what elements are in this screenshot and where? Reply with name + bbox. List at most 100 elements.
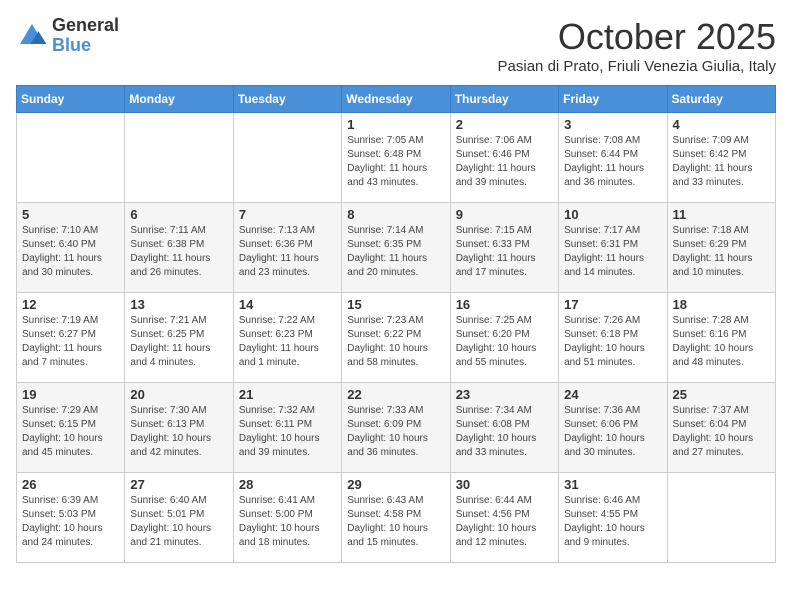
day-number: 22 (347, 387, 444, 402)
month-title: October 2025 (498, 16, 776, 58)
calendar-cell: 28 Sunrise: 6:41 AMSunset: 5:00 PMDayligh… (233, 473, 341, 563)
day-info: Sunrise: 7:05 AMSunset: 6:48 PMDaylight:… (347, 134, 444, 190)
day-info: Sunrise: 7:21 AMSunset: 6:25 PMDaylight:… (130, 314, 227, 370)
day-number: 16 (456, 297, 553, 312)
calendar-cell: 8 Sunrise: 7:14 AMSunset: 6:35 PMDaylight… (342, 203, 450, 293)
day-info: Sunrise: 6:40 AMSunset: 5:01 PMDaylight:… (130, 494, 227, 550)
day-info: Sunrise: 7:22 AMSunset: 6:23 PMDaylight:… (239, 314, 336, 370)
day-info: Sunrise: 7:10 AMSunset: 6:40 PMDaylight:… (22, 224, 119, 280)
day-info: Sunrise: 6:39 AMSunset: 5:03 PMDaylight:… (22, 494, 119, 550)
calendar-cell: 15Sunrise: 7:23 AMSunset: 6:22 PMDayligh… (342, 293, 450, 383)
weekday-header-friday: Friday (559, 86, 667, 113)
day-number: 8 (347, 207, 444, 222)
calendar-header-row: SundayMondayTuesdayWednesdayThursdayFrid… (17, 86, 776, 113)
day-number: 31 (564, 477, 661, 492)
day-number: 30 (456, 477, 553, 492)
day-info: Sunrise: 7:34 AMSunset: 6:08 PMDaylight:… (456, 404, 553, 460)
calendar-cell: 25 Sunrise: 7:37 AMSunset: 6:04 PMDayligh… (667, 383, 775, 473)
day-number: 21 (239, 387, 336, 402)
calendar-cell (125, 113, 233, 203)
weekday-header-sunday: Sunday (17, 86, 125, 113)
calendar-week-row: 5 Sunrise: 7:10 AMSunset: 6:40 PMDaylight… (17, 203, 776, 293)
calendar-week-row: 1 Sunrise: 7:05 AMSunset: 6:48 PMDaylight… (17, 113, 776, 203)
day-number: 11 (673, 207, 770, 222)
calendar-cell: 12 Sunrise: 7:19 AMSunset: 6:27 PMDayligh… (17, 293, 125, 383)
day-number: 27 (130, 477, 227, 492)
calendar-cell: 30 Sunrise: 6:44 AMSunset: 4:56 PMDayligh… (450, 473, 558, 563)
day-number: 5 (22, 207, 119, 222)
day-number: 20 (130, 387, 227, 402)
day-number: 3 (564, 117, 661, 132)
logo-blue-text: Blue (52, 36, 119, 56)
weekday-header-monday: Monday (125, 86, 233, 113)
calendar-cell: 4 Sunrise: 7:09 AMSunset: 6:42 PMDaylight… (667, 113, 775, 203)
calendar-cell: 14Sunrise: 7:22 AMSunset: 6:23 PMDayligh… (233, 293, 341, 383)
calendar-cell: 17Sunrise: 7:26 AMSunset: 6:18 PMDayligh… (559, 293, 667, 383)
logo-icon (16, 20, 48, 52)
calendar-cell (667, 473, 775, 563)
day-info: Sunrise: 6:46 AMSunset: 4:55 PMDaylight:… (564, 494, 661, 550)
calendar-table: SundayMondayTuesdayWednesdayThursdayFrid… (16, 85, 776, 563)
calendar-cell: 6Sunrise: 7:11 AMSunset: 6:38 PMDaylight… (125, 203, 233, 293)
day-number: 15 (347, 297, 444, 312)
day-info: Sunrise: 6:41 AMSunset: 5:00 PMDaylight:… (239, 494, 336, 550)
day-number: 10 (564, 207, 661, 222)
page-header: General Blue October 2025 Pasian di Prat… (16, 16, 776, 75)
day-info: Sunrise: 7:06 AMSunset: 6:46 PMDaylight:… (456, 134, 553, 190)
calendar-cell: 9 Sunrise: 7:15 AMSunset: 6:33 PMDaylight… (450, 203, 558, 293)
calendar-cell: 7 Sunrise: 7:13 AMSunset: 6:36 PMDaylight… (233, 203, 341, 293)
calendar-week-row: 12 Sunrise: 7:19 AMSunset: 6:27 PMDayligh… (17, 293, 776, 383)
calendar-cell (17, 113, 125, 203)
calendar-cell: 3Sunrise: 7:08 AMSunset: 6:44 PMDaylight… (559, 113, 667, 203)
day-number: 7 (239, 207, 336, 222)
weekday-header-thursday: Thursday (450, 86, 558, 113)
day-info: Sunrise: 7:19 AMSunset: 6:27 PMDaylight:… (22, 314, 119, 370)
title-block: October 2025 Pasian di Prato, Friuli Ven… (498, 16, 776, 75)
day-number: 12 (22, 297, 119, 312)
weekday-header-tuesday: Tuesday (233, 86, 341, 113)
logo-text: General Blue (52, 16, 119, 56)
calendar-cell: 11 Sunrise: 7:18 AMSunset: 6:29 PMDayligh… (667, 203, 775, 293)
day-number: 19 (22, 387, 119, 402)
day-number: 26 (22, 477, 119, 492)
day-number: 1 (347, 117, 444, 132)
day-info: Sunrise: 7:29 AMSunset: 6:15 PMDaylight:… (22, 404, 119, 460)
calendar-cell: 2Sunrise: 7:06 AMSunset: 6:46 PMDaylight… (450, 113, 558, 203)
day-number: 24 (564, 387, 661, 402)
weekday-header-wednesday: Wednesday (342, 86, 450, 113)
calendar-week-row: 19 Sunrise: 7:29 AMSunset: 6:15 PMDayligh… (17, 383, 776, 473)
day-number: 23 (456, 387, 553, 402)
calendar-cell: 29Sunrise: 6:43 AMSunset: 4:58 PMDayligh… (342, 473, 450, 563)
calendar-cell: 23 Sunrise: 7:34 AMSunset: 6:08 PMDayligh… (450, 383, 558, 473)
day-info: Sunrise: 7:15 AMSunset: 6:33 PMDaylight:… (456, 224, 553, 280)
day-number: 18 (673, 297, 770, 312)
weekday-header-saturday: Saturday (667, 86, 775, 113)
calendar-cell: 24 Sunrise: 7:36 AMSunset: 6:06 PMDayligh… (559, 383, 667, 473)
calendar-cell: 16 Sunrise: 7:25 AMSunset: 6:20 PMDayligh… (450, 293, 558, 383)
day-number: 29 (347, 477, 444, 492)
calendar-cell: 27 Sunrise: 6:40 AMSunset: 5:01 PMDayligh… (125, 473, 233, 563)
day-info: Sunrise: 7:25 AMSunset: 6:20 PMDaylight:… (456, 314, 553, 370)
logo: General Blue (16, 16, 119, 56)
day-info: Sunrise: 6:44 AMSunset: 4:56 PMDaylight:… (456, 494, 553, 550)
day-number: 28 (239, 477, 336, 492)
day-info: Sunrise: 7:09 AMSunset: 6:42 PMDaylight:… (673, 134, 770, 190)
day-info: Sunrise: 7:37 AMSunset: 6:04 PMDaylight:… (673, 404, 770, 460)
day-number: 13 (130, 297, 227, 312)
day-info: Sunrise: 7:33 AMSunset: 6:09 PMDaylight:… (347, 404, 444, 460)
day-info: Sunrise: 7:17 AMSunset: 6:31 PMDaylight:… (564, 224, 661, 280)
logo-general-text: General (52, 16, 119, 36)
day-info: Sunrise: 7:36 AMSunset: 6:06 PMDaylight:… (564, 404, 661, 460)
day-info: Sunrise: 7:18 AMSunset: 6:29 PMDaylight:… (673, 224, 770, 280)
day-number: 9 (456, 207, 553, 222)
calendar-cell: 20 Sunrise: 7:30 AMSunset: 6:13 PMDayligh… (125, 383, 233, 473)
day-info: Sunrise: 7:13 AMSunset: 6:36 PMDaylight:… (239, 224, 336, 280)
day-number: 6 (130, 207, 227, 222)
day-info: Sunrise: 7:14 AMSunset: 6:35 PMDaylight:… (347, 224, 444, 280)
day-number: 4 (673, 117, 770, 132)
calendar-cell: 13 Sunrise: 7:21 AMSunset: 6:25 PMDayligh… (125, 293, 233, 383)
day-number: 25 (673, 387, 770, 402)
day-info: Sunrise: 7:30 AMSunset: 6:13 PMDaylight:… (130, 404, 227, 460)
day-number: 17 (564, 297, 661, 312)
calendar-cell: 26 Sunrise: 6:39 AMSunset: 5:03 PMDayligh… (17, 473, 125, 563)
